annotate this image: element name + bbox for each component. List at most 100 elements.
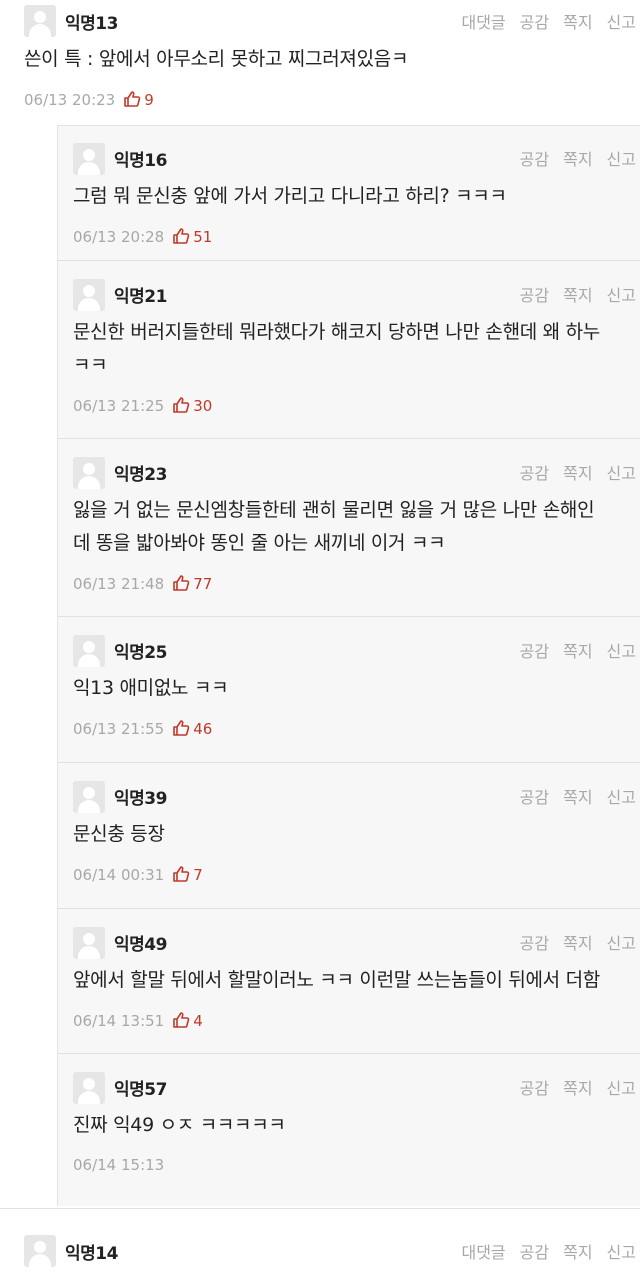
like-button[interactable]: 공감	[520, 150, 549, 169]
reply-actions: 공감 쪽지 신고	[506, 146, 636, 170]
comment: 익명13 대댓글 공감 쪽지 신고 쓴이 특 : 앞에서 아무소리 못하고 찌그러져있…	[0, 0, 640, 120]
comment-nickname: 익명13	[65, 14, 118, 34]
divider	[0, 1208, 640, 1209]
reply-actions: 공감 쪽지 신고	[506, 1075, 636, 1099]
divider	[57, 616, 640, 617]
reply-date: 06/13 20:28	[73, 228, 165, 246]
thumbs-up-icon	[173, 866, 190, 882]
like-button[interactable]: 공감	[520, 464, 549, 483]
reply-nickname: 익명39	[114, 789, 167, 809]
comment-nickname: 익명14	[65, 1244, 118, 1264]
avatar	[73, 781, 105, 813]
reply-actions: 공감 쪽지 신고	[506, 460, 636, 484]
reply-button[interactable]: 대댓글	[461, 13, 505, 32]
vote-count: 46	[193, 720, 213, 738]
message-button[interactable]: 쪽지	[563, 1079, 592, 1098]
reply-text: 앞에서 할말 뒤에서 할말이러노 ㅋㅋ 이런말 쓰는놈들이 뒤에서 더함	[73, 969, 600, 991]
thumbs-up-icon	[173, 720, 190, 736]
reply-text: 문신한 버러지들한테 뭐라했다가 해코지 당하면 나만 손핸데 왜 하누	[73, 321, 600, 343]
report-button[interactable]: 신고	[607, 1243, 636, 1262]
reply-text: 데 똥을 밟아봐야 똥인 줄 아는 새끼네 이거 ㅋㅋ	[73, 532, 446, 554]
divider	[57, 438, 640, 439]
reply-date: 06/14 00:31	[73, 866, 165, 884]
reply-text: 익13 애미없노 ㅋㅋ	[73, 677, 229, 699]
reply-text: 진짜 익49 ㅇㅈ ㅋㅋㅋㅋㅋ	[73, 1114, 286, 1136]
avatar	[73, 143, 105, 175]
message-button[interactable]: 쪽지	[563, 150, 592, 169]
avatar	[73, 1072, 105, 1104]
comment-date: 06/13 20:23	[24, 91, 116, 109]
message-button[interactable]: 쪽지	[563, 934, 592, 953]
avatar	[73, 635, 105, 667]
report-button[interactable]: 신고	[607, 1079, 636, 1098]
reply-nickname: 익명49	[114, 935, 167, 955]
message-button[interactable]: 쪽지	[563, 13, 592, 32]
reply-actions: 공감 쪽지 신고	[506, 784, 636, 808]
report-button[interactable]: 신고	[607, 286, 636, 305]
message-button[interactable]: 쪽지	[563, 642, 592, 661]
reply-button[interactable]: 대댓글	[461, 1243, 505, 1262]
vote-count: 9	[144, 91, 154, 109]
reply-meta: 06/14 00:31 7	[73, 865, 203, 884]
thumbs-up-icon	[124, 91, 141, 107]
report-button[interactable]: 신고	[607, 464, 636, 483]
thumbs-up-icon	[173, 1012, 190, 1028]
reply-date: 06/13 21:48	[73, 575, 165, 593]
divider	[57, 908, 640, 909]
reply-date: 06/13 21:55	[73, 720, 165, 738]
report-button[interactable]: 신고	[607, 642, 636, 661]
report-button[interactable]: 신고	[607, 788, 636, 807]
reply-nickname: 익명25	[114, 643, 167, 663]
divider	[57, 1053, 640, 1054]
vote-count: 7	[193, 866, 203, 884]
avatar	[24, 5, 56, 37]
reply-text: ㅋㅋ	[73, 354, 108, 376]
thumbs-up-icon	[173, 397, 190, 413]
message-button[interactable]: 쪽지	[563, 788, 592, 807]
reply-actions: 공감 쪽지 신고	[506, 638, 636, 662]
vote-count: 51	[193, 228, 213, 246]
vote-count: 77	[193, 575, 213, 593]
message-button[interactable]: 쪽지	[563, 286, 592, 305]
reply-nickname: 익명23	[114, 465, 167, 485]
reply-nickname: 익명57	[114, 1080, 167, 1100]
reply-date: 06/14 13:51	[73, 1012, 165, 1030]
reply-meta: 06/13 21:48 77	[73, 574, 212, 593]
report-button[interactable]: 신고	[607, 150, 636, 169]
like-button[interactable]: 공감	[520, 788, 549, 807]
thumbs-up-icon	[173, 575, 190, 591]
reply-actions: 공감 쪽지 신고	[506, 930, 636, 954]
like-button[interactable]: 공감	[520, 934, 549, 953]
divider	[57, 260, 640, 261]
reply-meta: 06/13 21:55 46	[73, 719, 212, 738]
avatar	[73, 279, 105, 311]
like-button[interactable]: 공감	[520, 13, 549, 32]
reply-meta: 06/14 13:51 4	[73, 1011, 203, 1030]
comment-text: 쓴이 특 : 앞에서 아무소리 못하고 찌그러져있음ㅋ	[24, 48, 409, 70]
comment: 익명14 대댓글 공감 쪽지 신고	[0, 1220, 640, 1280]
avatar	[24, 1235, 56, 1267]
reply-text: 잃을 거 없는 문신엠창들한테 괜히 물리면 잃을 거 많은 나만 손해인	[73, 499, 595, 521]
divider	[57, 762, 640, 763]
avatar	[73, 927, 105, 959]
reply-date: 06/13 21:25	[73, 397, 165, 415]
message-button[interactable]: 쪽지	[563, 1243, 592, 1262]
vote-count: 30	[193, 397, 213, 415]
message-button[interactable]: 쪽지	[563, 464, 592, 483]
like-button[interactable]: 공감	[520, 286, 549, 305]
reply-meta: 06/14 15:13	[73, 1156, 164, 1174]
comment-actions: 대댓글 공감 쪽지 신고	[447, 9, 636, 33]
like-button[interactable]: 공감	[520, 642, 549, 661]
like-button[interactable]: 공감	[520, 1079, 549, 1098]
reply-meta: 06/13 20:28 51	[73, 227, 212, 246]
reply-date: 06/14 15:13	[73, 1156, 165, 1174]
comment-actions: 대댓글 공감 쪽지 신고	[447, 1239, 636, 1263]
reply-nickname: 익명21	[114, 287, 167, 307]
report-button[interactable]: 신고	[607, 13, 636, 32]
reply-text: 문신충 등장	[73, 823, 165, 845]
report-button[interactable]: 신고	[607, 934, 636, 953]
vote-count: 4	[193, 1012, 203, 1030]
like-button[interactable]: 공감	[520, 1243, 549, 1262]
reply-text: 그럼 뭐 문신충 앞에 가서 가리고 다니라고 하리? ㅋㅋㅋ	[73, 185, 507, 207]
thumbs-up-icon	[173, 228, 190, 244]
